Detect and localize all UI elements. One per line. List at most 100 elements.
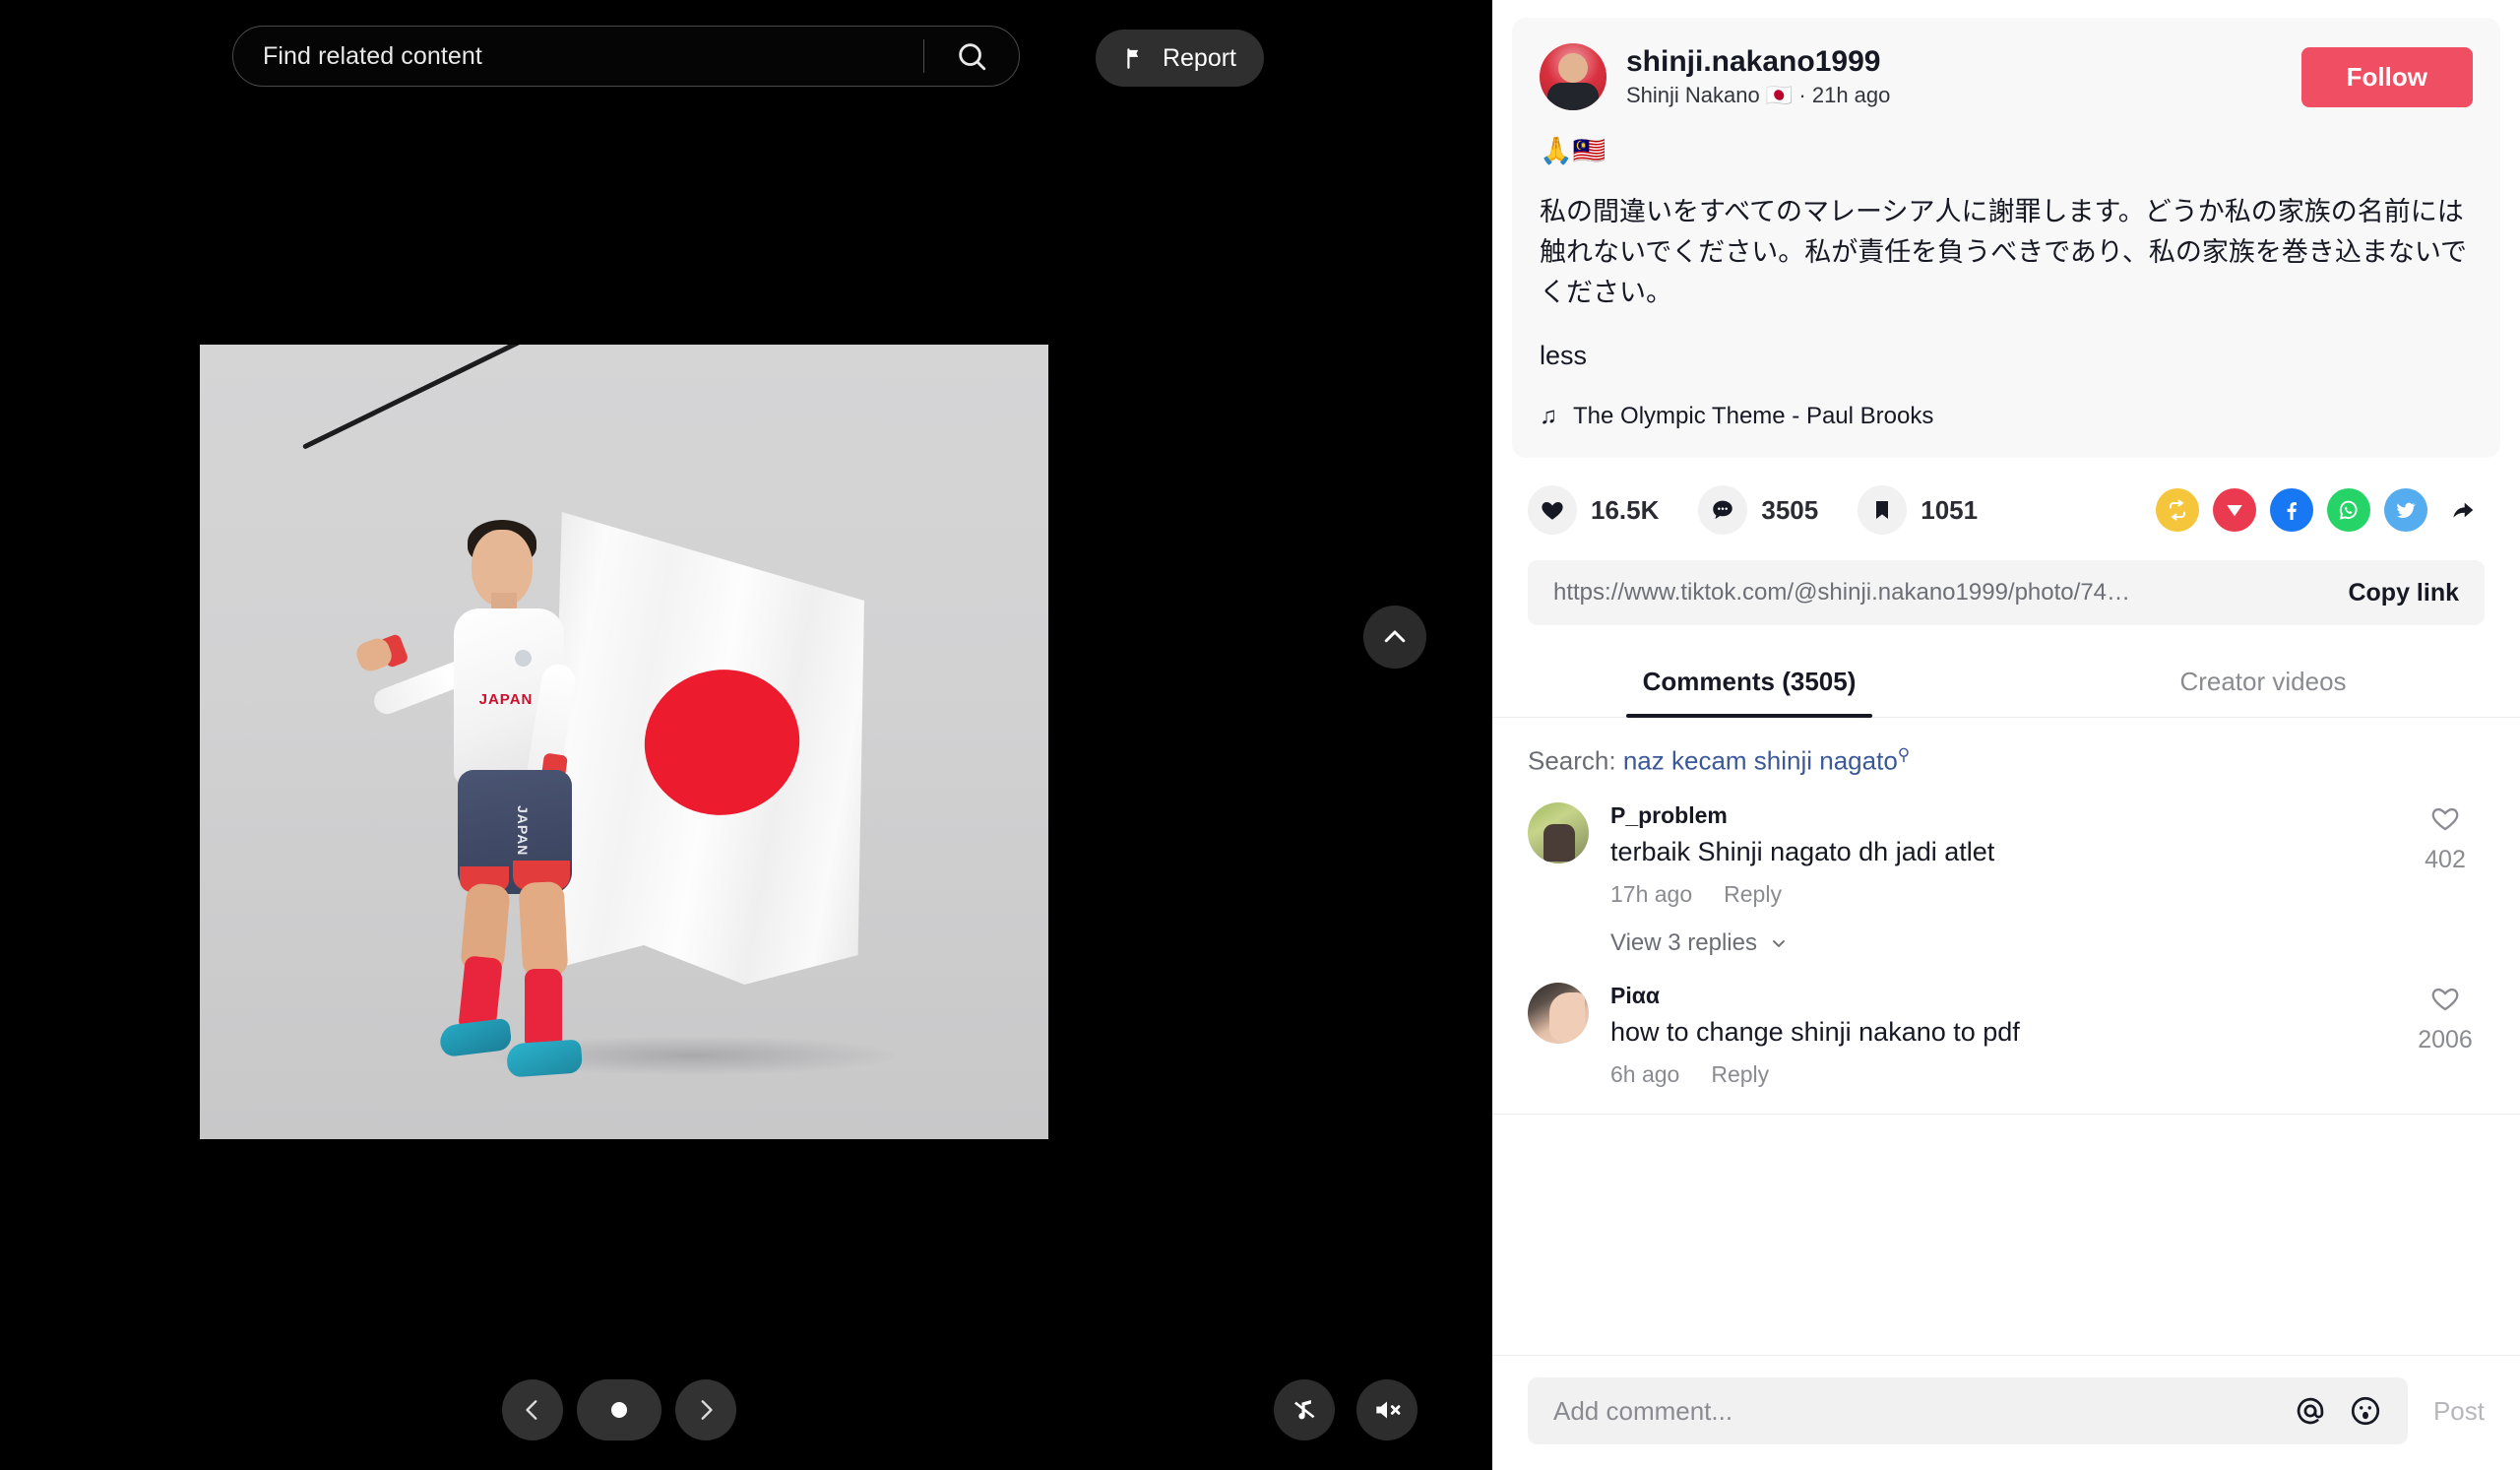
at-icon[interactable] xyxy=(2294,1394,2327,1428)
comments-list: Search: naz kecam shinji nagato⚲ P_probl… xyxy=(1492,718,2520,1470)
heart-icon[interactable] xyxy=(1528,485,1577,536)
share-arrow-icon[interactable] xyxy=(2441,488,2485,532)
post-url[interactable]: https://www.tiktok.com/@shinji.nakano199… xyxy=(1553,579,2330,607)
music-off-button[interactable] xyxy=(1274,1379,1335,1440)
engagement-stats-row: 16.5K 3505 1051 xyxy=(1528,485,2485,536)
media-pane: Find related content Report JAPAN JAPAN xyxy=(0,0,1492,1470)
emoji-icon[interactable] xyxy=(2349,1394,2382,1428)
team-emblem xyxy=(515,650,532,667)
comment-stat[interactable]: 3505 xyxy=(1698,485,1819,536)
carousel-dot-active[interactable] xyxy=(611,1402,627,1418)
photo-slide[interactable]: JAPAN JAPAN xyxy=(200,345,1048,1139)
like-stat[interactable]: 16.5K xyxy=(1528,485,1660,536)
avatar[interactable] xyxy=(1540,43,1606,110)
music-off-icon xyxy=(1294,1400,1315,1420)
copy-link-button[interactable]: Copy link xyxy=(2348,579,2459,607)
scroll-up-button[interactable] xyxy=(1363,606,1426,669)
post-info-card: shinji.nakano1999 Shinji Nakano 🇯🇵 · 21h… xyxy=(1512,18,2500,459)
music-title: The Olympic Theme - Paul Brooks xyxy=(1573,403,1934,430)
carousel-prev-button[interactable] xyxy=(502,1379,563,1440)
comment-like-control[interactable]: 2006 xyxy=(2406,983,2485,1088)
share-link-bar[interactable]: https://www.tiktok.com/@shinji.nakano199… xyxy=(1528,560,2485,626)
author-row: shinji.nakano1999 Shinji Nakano 🇯🇵 · 21h… xyxy=(1540,43,2473,110)
comment-like-count: 402 xyxy=(2425,845,2466,873)
author-handle[interactable]: shinji.nakano1999 xyxy=(1626,45,2301,80)
caption-text: 私の間違いをすべてのマレーシア人に謝罪します。どうか私の家族の名前には触れないで… xyxy=(1540,197,2468,308)
whatsapp-icon[interactable] xyxy=(2327,488,2370,533)
comment-text: how to change shinji nakano to pdf xyxy=(1610,1016,2020,1047)
caption-expand-toggle[interactable]: less xyxy=(1540,341,1587,371)
chevron-up-icon xyxy=(1384,630,1406,643)
search-icon[interactable] xyxy=(924,27,1019,86)
search-icon[interactable]: ⚲ xyxy=(1898,745,1910,764)
comment-input[interactable]: Add comment... xyxy=(1553,1396,2272,1427)
comment-text: terbaik Shinji nagato dh jadi atlet xyxy=(1610,836,1995,866)
tab-creator-videos[interactable]: Creator videos xyxy=(2006,651,2520,717)
chevron-left-icon xyxy=(526,1400,537,1420)
comment-composer: Add comment... Post xyxy=(1492,1355,2520,1470)
comment-search-query[interactable]: naz kecam shinji nagato xyxy=(1623,746,1898,776)
music-note-icon: ♫ xyxy=(1540,403,1557,430)
athlete-right-shoe xyxy=(505,1039,584,1078)
facebook-icon[interactable] xyxy=(2270,488,2313,533)
comment-reply-button[interactable]: Reply xyxy=(1724,881,1782,908)
view-replies-label: View 3 replies xyxy=(1610,928,1757,956)
volume-mute-button[interactable] xyxy=(1356,1379,1418,1440)
like-count: 16.5K xyxy=(1591,494,1660,525)
music-row[interactable]: ♫ The Olympic Theme - Paul Brooks xyxy=(1540,403,2473,430)
avatar[interactable] xyxy=(1528,982,1589,1044)
comment-count: 3505 xyxy=(1761,494,1819,525)
volume-mute-icon xyxy=(1376,1401,1401,1419)
tiktok-photo-post-page: Find related content Report JAPAN JAPAN … xyxy=(0,0,2520,1470)
comment-input-wrapper[interactable]: Add comment... xyxy=(1528,1377,2408,1444)
comment-body: P_problem terbaik Shinji nagato dh jadi … xyxy=(1610,802,2394,957)
flag-icon xyxy=(1127,48,1139,69)
follow-button[interactable]: Follow xyxy=(2300,46,2473,107)
telegram-icon[interactable] xyxy=(2213,488,2256,533)
report-button[interactable]: Report xyxy=(1095,30,1264,87)
tab-comments[interactable]: Comments (3505) xyxy=(1492,651,2006,719)
avatar[interactable] xyxy=(1528,801,1589,863)
comment-item: Piαα how to change shinji nakano to pdf … xyxy=(1528,982,2485,1088)
comment-body: Piαα how to change shinji nakano to pdf … xyxy=(1610,983,2394,1088)
comment-meta: 17h ago Reply xyxy=(1610,881,2394,908)
panel-tabs: Comments (3505) Creator videos xyxy=(1492,651,2520,719)
comment-item: P_problem terbaik Shinji nagato dh jadi … xyxy=(1528,801,2485,957)
carousel-controls xyxy=(502,1379,736,1440)
twitter-icon[interactable] xyxy=(2384,488,2427,533)
report-label: Report xyxy=(1162,43,1236,72)
post-timestamp: 21h ago xyxy=(1811,83,1891,108)
view-replies-button[interactable]: View 3 replies xyxy=(1610,929,2394,957)
heart-outline-icon xyxy=(2431,807,2459,831)
author-names: shinji.nakano1999 Shinji Nakano 🇯🇵 · 21h… xyxy=(1626,45,2301,109)
comment-reply-button[interactable]: Reply xyxy=(1711,1061,1769,1088)
carousel-next-button[interactable] xyxy=(675,1379,736,1440)
bookmark-count: 1051 xyxy=(1921,494,1979,525)
caption-emoji: 🙏🇲🇾 xyxy=(1540,136,1606,165)
find-related-content-search[interactable]: Find related content xyxy=(232,26,1020,87)
post-detail-panel: shinji.nakano1999 Shinji Nakano 🇯🇵 · 21h… xyxy=(1492,0,2520,1470)
comment-search-row: Search: naz kecam shinji nagato⚲ xyxy=(1528,745,2485,777)
search-input[interactable]: Find related content xyxy=(233,42,923,71)
repost-icon[interactable] xyxy=(2156,488,2199,533)
meta-separator: · xyxy=(1798,83,1806,108)
athlete-right-sock xyxy=(525,969,562,1050)
comment-icon[interactable] xyxy=(1698,485,1748,536)
comment-timestamp: 17h ago xyxy=(1610,880,1693,907)
jersey-country-text: JAPAN xyxy=(478,691,534,708)
bookmark-stat[interactable]: 1051 xyxy=(1858,485,1979,536)
heart-outline-icon xyxy=(2431,988,2459,1011)
comment-like-control[interactable]: 402 xyxy=(2406,802,2485,957)
post-comment-button[interactable]: Post xyxy=(2433,1396,2485,1427)
comment-like-count: 2006 xyxy=(2418,1025,2473,1054)
author-subline: Shinji Nakano 🇯🇵 · 21h ago xyxy=(1626,83,2301,108)
chevron-down-icon xyxy=(1773,939,1785,947)
comment-username[interactable]: P_problem xyxy=(1610,802,2394,829)
comment-username[interactable]: Piαα xyxy=(1610,983,2394,1009)
comment-meta: 6h ago Reply xyxy=(1610,1061,2394,1088)
chevron-right-icon xyxy=(701,1400,713,1420)
comments-divider xyxy=(1492,1113,2520,1115)
carousel-dots[interactable] xyxy=(577,1379,662,1440)
bookmark-icon[interactable] xyxy=(1858,485,1908,536)
comment-timestamp: 6h ago xyxy=(1610,1060,1680,1087)
